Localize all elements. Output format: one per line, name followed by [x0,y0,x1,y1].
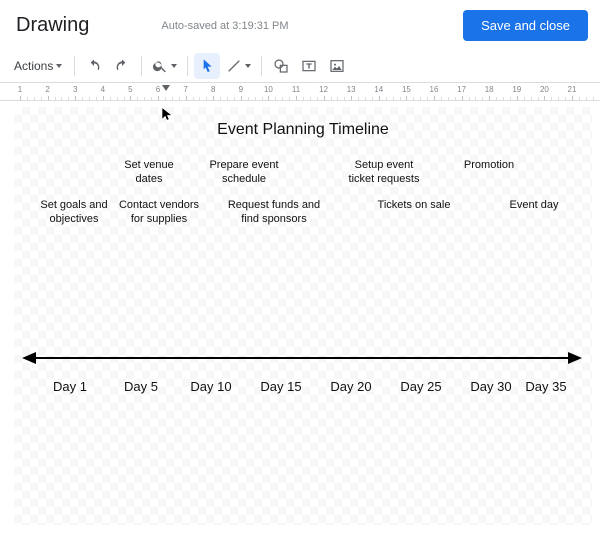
toolbar-separator [141,56,142,76]
toolbar-separator [261,56,262,76]
timeline-day-label[interactable]: Day 30 [470,379,511,394]
redo-button[interactable] [109,53,135,79]
caret-down-icon [56,64,62,68]
timeline-day-label[interactable]: Day 10 [190,379,231,394]
timeline-task[interactable]: Set venuedates [124,159,174,187]
redo-icon [114,58,130,74]
dialog-header: Drawing Auto-saved at 3:19:31 PM Save an… [0,0,600,49]
drawing-dialog: Drawing Auto-saved at 3:19:31 PM Save an… [0,0,600,533]
cursor-pointer-icon [160,105,174,123]
timeline-task[interactable]: Contact vendorsfor supplies [119,199,199,227]
actions-menu-button[interactable]: Actions [10,53,68,79]
timeline-day-label[interactable]: Day 35 [525,379,566,394]
timeline-day-label[interactable]: Day 5 [124,379,158,394]
caret-down-icon [245,64,251,68]
timeline-task[interactable]: Promotion [464,159,514,173]
timeline-day-label[interactable]: Day 15 [260,379,301,394]
shape-tool-button[interactable] [268,53,294,79]
drawing-content: Event Planning Timeline Set venuedates Pr… [14,107,592,525]
timeline-task[interactable]: Setup eventticket requests [349,159,420,187]
save-and-close-button[interactable]: Save and close [463,10,588,41]
dialog-title: Drawing [16,14,89,37]
timeline-task[interactable]: Prepare eventschedule [209,159,278,187]
shape-icon [273,58,289,74]
toolbar: Actions [0,49,600,83]
image-tool-button[interactable] [324,53,350,79]
timeline-day-label[interactable]: Day 1 [53,379,87,394]
canvas[interactable]: Event Planning Timeline Set venuedates Pr… [14,107,592,525]
caret-down-icon [171,64,177,68]
toolbar-separator [74,56,75,76]
timeline-task[interactable]: Set goals andobjectives [40,199,107,227]
zoom-button[interactable] [148,53,181,79]
select-tool-button[interactable] [194,53,220,79]
ruler-cursor-indicator [162,85,170,91]
select-icon [199,58,215,74]
undo-icon [86,58,102,74]
timeline-day-label[interactable]: Day 20 [330,379,371,394]
line-tool-button[interactable] [222,53,255,79]
timeline-arrow[interactable] [22,350,582,366]
canvas-area[interactable]: Event Planning Timeline Set venuedates Pr… [0,101,600,533]
undo-button[interactable] [81,53,107,79]
zoom-icon [152,58,168,74]
timeline-task[interactable]: Request funds andfind sponsors [228,199,320,227]
horizontal-ruler: 123456789101112131415161718192021 [0,83,600,101]
image-icon [329,58,345,74]
toolbar-separator [187,56,188,76]
actions-label: Actions [14,59,53,73]
textbox-tool-button[interactable] [296,53,322,79]
autosave-status: Auto-saved at 3:19:31 PM [161,20,288,32]
line-icon [226,58,242,74]
timeline-task[interactable]: Tickets on sale [378,199,451,213]
textbox-icon [301,58,317,74]
timeline-title[interactable]: Event Planning Timeline [217,121,389,139]
timeline-task[interactable]: Event day [510,199,559,213]
timeline-day-label[interactable]: Day 25 [400,379,441,394]
